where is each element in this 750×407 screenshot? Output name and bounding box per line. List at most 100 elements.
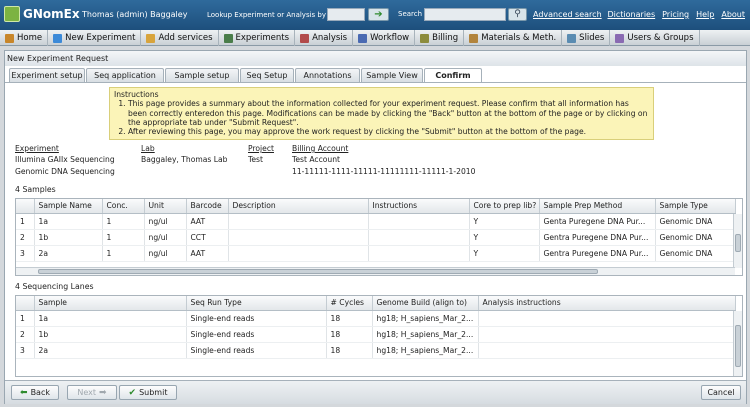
lookup-go-button[interactable]: ➔ xyxy=(368,8,389,21)
instruction-item: This page provides a summary about the i… xyxy=(128,99,649,127)
table-cell: Y xyxy=(469,213,540,230)
instructions-list: This page provides a summary about the i… xyxy=(128,99,649,136)
submit-button[interactable]: ✔ Submit xyxy=(119,385,177,400)
table-cell: Gentra Puregene DNA Pur... xyxy=(539,245,656,262)
table-cell xyxy=(368,213,470,230)
column-header[interactable]: Sample Prep Method xyxy=(539,199,656,214)
tab-seq-setup[interactable]: Seq Setup xyxy=(240,68,294,82)
lab-column: Lab Baggaley, Thomas Lab xyxy=(141,144,241,167)
table-row[interactable]: 2 1b Single-end reads 18 hg18; H_sapiens_Mar… xyxy=(16,326,736,343)
samples-count-label: 4 Samples xyxy=(15,185,56,194)
column-header[interactable]: Analysis instructions xyxy=(478,296,736,311)
samples-grid[interactable]: Sample Name Conc. Unit Barcode Description In… xyxy=(15,198,743,276)
app-logo[interactable]: GNomEx xyxy=(4,6,80,22)
next-button[interactable]: Next ➡ xyxy=(67,385,117,400)
column-header[interactable]: Core to prep lib? xyxy=(469,199,540,214)
header-links: Dictionaries Pricing Help About xyxy=(608,10,745,19)
nav-item-home[interactable]: Home xyxy=(0,30,49,46)
column-header[interactable] xyxy=(16,296,35,311)
experiment-value: Genomic DNA Sequencing xyxy=(15,167,115,176)
cancel-button[interactable]: Cancel xyxy=(701,385,741,400)
nav-item-new-experiment[interactable]: New Experiment xyxy=(48,30,142,46)
submit-button-label: Submit xyxy=(139,388,168,397)
arrow-right-icon: ➡ xyxy=(99,387,107,398)
table-row[interactable]: 3 2a 1 ng/ul AAT Y Gentra Puregene DNA Pur... G… xyxy=(16,245,736,262)
column-header[interactable]: Genome Build (align to) xyxy=(372,296,479,311)
nav-item-label: Slides xyxy=(579,33,605,43)
tab-annotations[interactable]: Annotations xyxy=(295,68,360,82)
table-cell: Genomic DNA xyxy=(655,229,736,246)
dictionaries-link[interactable]: Dictionaries xyxy=(608,10,656,19)
search-input[interactable] xyxy=(424,8,506,21)
nav-item-label: Add services xyxy=(158,33,213,43)
scroll-thumb[interactable] xyxy=(38,269,598,274)
column-header[interactable]: Instructions xyxy=(368,199,470,214)
samples-table: Sample Name Conc. Unit Barcode Description In… xyxy=(16,199,736,262)
samples-vertical-scrollbar[interactable] xyxy=(733,214,742,268)
table-cell xyxy=(228,229,369,246)
sequencing-lanes-grid[interactable]: Sample Seq Run Type # Cycles Genome Build (… xyxy=(15,295,743,377)
nav-item-add-services[interactable]: Add services xyxy=(141,30,219,46)
nav-item-materials-meth[interactable]: Materials & Meth. xyxy=(464,30,563,46)
table-cell: Single-end reads xyxy=(186,342,327,359)
sequencing-lanes-table: Sample Seq Run Type # Cycles Genome Build (… xyxy=(16,296,736,359)
tab-confirm[interactable]: Confirm xyxy=(424,68,482,83)
experiments-icon xyxy=(223,33,233,43)
lanes-vertical-scrollbar[interactable] xyxy=(733,311,742,376)
column-header[interactable]: # Cycles xyxy=(326,296,373,311)
column-header[interactable] xyxy=(16,199,35,214)
pricing-link[interactable]: Pricing xyxy=(662,10,689,19)
tab-sample-setup[interactable]: Sample setup xyxy=(165,68,239,82)
back-button[interactable]: ⬅ Back xyxy=(11,385,59,400)
nav-item-label: Workflow xyxy=(370,33,410,43)
flask-icon xyxy=(53,33,63,43)
table-cell: 3 xyxy=(16,342,35,359)
nav-item-analysis[interactable]: Analysis xyxy=(295,30,354,46)
column-header[interactable]: Barcode xyxy=(186,199,229,214)
column-header[interactable]: Seq Run Type xyxy=(186,296,327,311)
current-user: Thomas (admin) Baggaley xyxy=(82,10,188,19)
new-experiment-panel: New Experiment Request Experiment setup S… xyxy=(4,50,747,404)
services-icon xyxy=(146,33,156,43)
nav-item-billing[interactable]: Billing xyxy=(415,30,465,46)
table-cell: 1b xyxy=(34,229,103,246)
help-link[interactable]: Help xyxy=(696,10,714,19)
table-cell: 1b xyxy=(34,326,187,343)
tab-experiment-setup[interactable]: Experiment setup xyxy=(9,68,85,82)
scroll-thumb[interactable] xyxy=(735,325,741,367)
materials-icon xyxy=(469,33,479,43)
table-cell: 1 xyxy=(102,229,145,246)
app-name: GNomEx xyxy=(23,7,80,21)
about-link[interactable]: About xyxy=(721,10,745,19)
table-row[interactable]: 1 1a Single-end reads 18 hg18; H_sapiens_Mar… xyxy=(16,310,736,327)
request-summary: Experiment Illumina GAIIx Sequencing Gen… xyxy=(15,144,515,180)
samples-horizontal-scrollbar[interactable] xyxy=(16,267,735,275)
column-header[interactable]: Unit xyxy=(144,199,187,214)
experiment-value: Illumina GAIIx Sequencing xyxy=(15,155,115,164)
table-cell: 18 xyxy=(326,310,373,327)
nav-item-users-groups[interactable]: Users & Groups xyxy=(610,30,700,46)
lookup-input[interactable] xyxy=(327,8,365,21)
table-cell: CCT xyxy=(186,229,229,246)
nav-item-workflow[interactable]: Workflow xyxy=(353,30,416,46)
table-cell: 1 xyxy=(102,245,145,262)
table-cell: 1a xyxy=(34,213,103,230)
column-header[interactable]: Conc. xyxy=(102,199,145,214)
nav-item-slides[interactable]: Slides xyxy=(562,30,611,46)
table-cell: 1 xyxy=(16,310,35,327)
column-header[interactable]: Description xyxy=(228,199,369,214)
advanced-search-link[interactable]: Advanced search xyxy=(533,10,602,19)
nav-item-experiments[interactable]: Experiments xyxy=(219,30,296,46)
home-icon xyxy=(5,33,14,43)
column-header[interactable]: Sample Type xyxy=(655,199,736,214)
column-header[interactable]: Sample xyxy=(34,296,187,311)
column-header[interactable]: Sample Name xyxy=(34,199,103,214)
tab-seq-application[interactable]: Seq application xyxy=(86,68,164,82)
scroll-thumb[interactable] xyxy=(735,234,741,252)
lab-value: Baggaley, Thomas Lab xyxy=(141,155,228,164)
tab-sample-view[interactable]: Sample View xyxy=(361,68,423,82)
table-row[interactable]: 3 2a Single-end reads 18 hg18; H_sapiens_Mar… xyxy=(16,342,736,359)
search-button[interactable]: ⚲ xyxy=(508,8,527,21)
table-row[interactable]: 1 1a 1 ng/ul AAT Y Genta Puregene DNA Pur... Ge… xyxy=(16,213,736,230)
table-row[interactable]: 2 1b 1 ng/ul CCT Y Gentra Puregene DNA Pur... G… xyxy=(16,229,736,246)
